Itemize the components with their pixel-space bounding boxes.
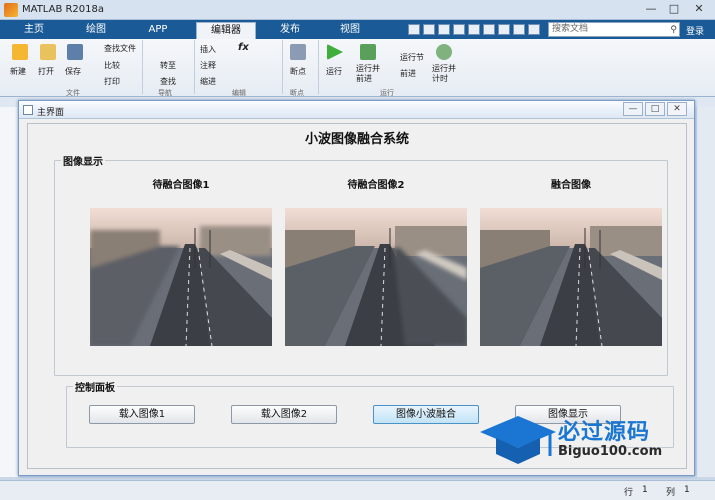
- tab-publish[interactable]: 发布: [270, 22, 310, 39]
- tab-label: 视图: [340, 24, 360, 35]
- ribbon-divider: [194, 40, 195, 94]
- figure-title: 主界面: [37, 108, 65, 118]
- load-image1-button[interactable]: 载入图像1: [89, 405, 195, 424]
- comment-button[interactable]: 注释: [200, 60, 216, 71]
- minimize-button[interactable]: —: [640, 2, 662, 17]
- tab-view[interactable]: 视图: [330, 22, 370, 39]
- qat-redo-icon[interactable]: [483, 24, 495, 35]
- search-input[interactable]: 搜索文档 ⚲: [548, 22, 680, 37]
- new-file-icon[interactable]: [12, 44, 28, 60]
- status-bar: 行 1 列 1: [0, 480, 715, 500]
- load-image2-button[interactable]: 载入图像2: [231, 405, 337, 424]
- tab-label: 主页: [24, 24, 44, 35]
- page-title: 小波图像融合系统: [304, 132, 409, 147]
- run-advance-button[interactable]: 运行并 前进: [356, 64, 380, 84]
- save-icon[interactable]: [67, 44, 83, 60]
- goto-button[interactable]: 转至: [160, 60, 176, 71]
- fused-image-label: 融合图像: [551, 180, 591, 191]
- watermark: 必过源码 Biguo100.com: [480, 410, 710, 470]
- breakpoints-icon[interactable]: [290, 44, 306, 60]
- print-button[interactable]: 打印: [104, 76, 120, 87]
- qat-switch-icon[interactable]: [498, 24, 510, 35]
- figure-titlebar: 主界面 — □ ✕: [19, 101, 694, 119]
- open-folder-icon[interactable]: [40, 44, 56, 60]
- find-files-button[interactable]: 查找文件: [104, 43, 136, 54]
- search-placeholder: 搜索文档: [552, 24, 589, 34]
- image-panel-title: 图像显示: [61, 153, 105, 168]
- figure-icon: [23, 105, 33, 115]
- col-label: 列: [666, 488, 676, 498]
- figure-close-button[interactable]: ✕: [667, 102, 687, 116]
- run-time-icon[interactable]: [436, 44, 452, 60]
- graduation-cap-icon: [480, 416, 556, 464]
- image1-label: 待融合图像1: [152, 180, 210, 191]
- tab-apps[interactable]: APP: [138, 22, 178, 39]
- ribbon-divider: [282, 40, 283, 94]
- qat-paste-icon[interactable]: [453, 24, 465, 35]
- app-titlebar: MATLAB R2018a — □ ✕: [0, 0, 715, 20]
- wavelet-fusion-button[interactable]: 图像小波融合: [373, 405, 479, 424]
- search-icon[interactable]: ⚲: [670, 24, 677, 37]
- run-and-time-button[interactable]: 运行并 计时: [432, 64, 456, 84]
- find-button[interactable]: 查找: [160, 76, 176, 87]
- window-title: MATLAB R2018a: [22, 4, 105, 15]
- open-button[interactable]: 打开: [38, 66, 54, 77]
- signin-link[interactable]: 登录: [686, 24, 704, 37]
- tab-editor[interactable]: 编辑器: [196, 22, 256, 39]
- tab-plots[interactable]: 绘图: [76, 22, 116, 39]
- qat-copy-icon[interactable]: [438, 24, 450, 35]
- ribbon-divider: [142, 40, 143, 94]
- source-image-1: [90, 208, 272, 346]
- breakpoints-button[interactable]: 断点: [290, 66, 306, 77]
- control-panel-title: 控制面板: [73, 379, 117, 394]
- matlab-logo-icon: [4, 3, 18, 17]
- row-label: 行: [624, 488, 634, 498]
- run-button[interactable]: 运行: [326, 66, 342, 77]
- qat-cut-icon[interactable]: [423, 24, 435, 35]
- tab-label: APP: [148, 24, 168, 35]
- row-value: 1: [642, 485, 648, 495]
- source-image-2: [285, 208, 467, 346]
- qat-undo-icon[interactable]: [468, 24, 480, 35]
- ribbon-divider: [318, 40, 319, 94]
- watermark-text: 必过源码: [558, 420, 651, 445]
- figure-minimize-button[interactable]: —: [623, 102, 643, 116]
- tab-label: 发布: [280, 24, 300, 35]
- tab-label: 绘图: [86, 24, 106, 35]
- maximize-button[interactable]: □: [663, 2, 685, 17]
- col-value: 1: [684, 485, 690, 495]
- fx-icon[interactable]: fx: [238, 42, 249, 53]
- tab-label: 编辑器: [211, 25, 241, 36]
- watermark-url: Biguo100.com: [558, 444, 663, 459]
- run-section-button[interactable]: 运行节: [400, 52, 424, 63]
- image2-label: 待融合图像2: [347, 180, 405, 191]
- close-button[interactable]: ✕: [688, 2, 710, 17]
- compare-button[interactable]: 比较: [104, 60, 120, 71]
- new-button[interactable]: 新建: [10, 66, 26, 77]
- insert-button[interactable]: 插入: [200, 44, 216, 55]
- tab-home[interactable]: 主页: [14, 22, 54, 39]
- run-advance-icon[interactable]: [360, 44, 376, 60]
- left-panel-edge: [0, 107, 18, 477]
- save-button[interactable]: 保存: [65, 66, 81, 77]
- qat-help-icon[interactable]: [528, 24, 540, 35]
- advance-button[interactable]: 前进: [400, 68, 416, 79]
- qat-save-icon[interactable]: [408, 24, 420, 35]
- indent-button[interactable]: 缩进: [200, 76, 216, 87]
- qat-print-icon[interactable]: [513, 24, 525, 35]
- figure-maximize-button[interactable]: □: [645, 102, 665, 116]
- fused-image: [480, 208, 662, 346]
